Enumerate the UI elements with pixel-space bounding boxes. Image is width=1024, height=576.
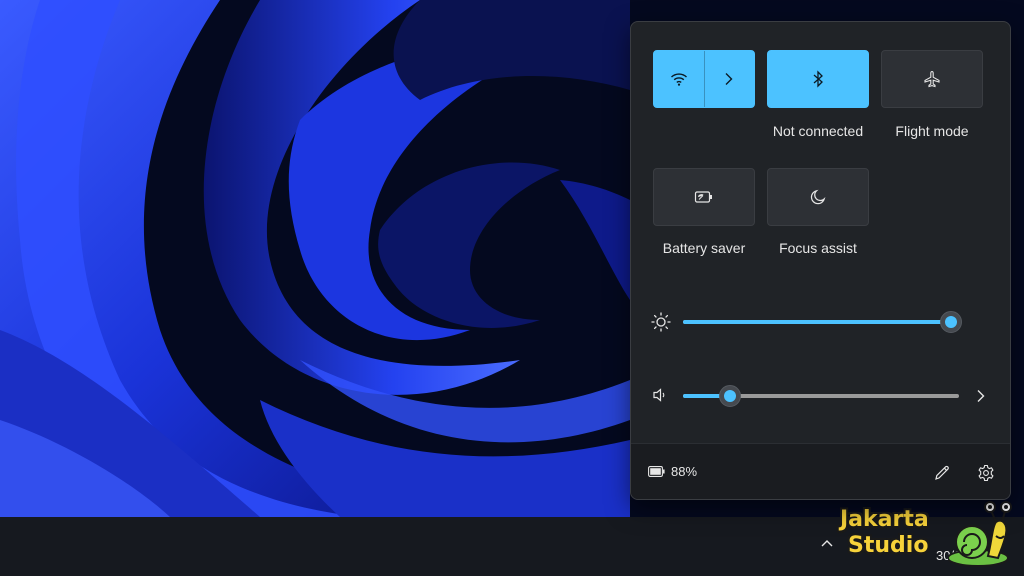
settings-button[interactable]: [974, 461, 998, 485]
chevron-right-icon: [725, 73, 733, 85]
speaker-icon[interactable]: [651, 386, 669, 409]
flight-mode-toggle-button[interactable]: [881, 50, 983, 108]
battery-saver-label: Battery saver: [662, 240, 746, 256]
watermark-logo: Jakarta Studio: [836, 500, 1014, 568]
focus-assist-toggle-button[interactable]: [767, 168, 869, 226]
snail-mascot-icon: [948, 501, 1012, 567]
audio-output-expand-button[interactable]: [969, 384, 993, 408]
bluetooth-label: Not connected: [772, 123, 864, 139]
volume-slider-thumb[interactable]: [718, 385, 741, 407]
chevron-up-icon[interactable]: [816, 536, 838, 558]
gear-icon: [978, 464, 994, 482]
battery-icon: [648, 466, 665, 477]
flight-mode-label: Flight mode: [895, 123, 969, 139]
brightness-slider-thumb[interactable]: [939, 311, 962, 333]
wifi-tile: [653, 50, 755, 108]
edit-quick-settings-button[interactable]: [930, 461, 954, 485]
quick-settings-footer: 88%: [631, 443, 1010, 499]
battery-status[interactable]: 88%: [648, 464, 697, 479]
bluetooth-toggle-button[interactable]: [767, 50, 869, 108]
brightness-icon: [651, 312, 671, 337]
brightness-slider[interactable]: [683, 311, 962, 333]
focus-assist-label: Focus assist: [779, 240, 857, 256]
volume-slider[interactable]: [683, 385, 959, 407]
battery-saver-toggle-button[interactable]: [653, 168, 755, 226]
battery-percent: 88%: [671, 464, 698, 479]
quick-settings-panel: Not connected Flight mode Battery saver …: [630, 21, 1011, 500]
airplane-icon: [924, 70, 940, 88]
bluetooth-icon: [813, 70, 823, 88]
wifi-expand-button[interactable]: [703, 51, 755, 107]
battery-saver-icon: [694, 191, 712, 203]
wifi-toggle-button[interactable]: [654, 51, 704, 107]
moon-icon: [810, 189, 826, 205]
watermark-line-1: Jakarta: [840, 507, 929, 532]
brightness-slider-fill: [683, 320, 951, 324]
watermark-line-2: Studio: [848, 533, 929, 558]
chevron-right-icon: [977, 390, 985, 402]
wifi-icon: [670, 73, 687, 86]
pencil-icon: [935, 465, 949, 480]
